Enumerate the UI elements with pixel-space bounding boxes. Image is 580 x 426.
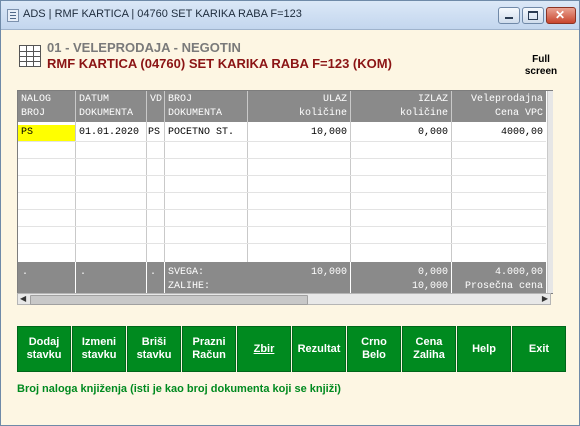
column-header[interactable]: BROJ DOKUMENTA — [165, 91, 247, 123]
zbir-button[interactable]: Zbir — [237, 326, 291, 372]
cena-zaliha-button[interactable]: Cena Zaliha — [402, 326, 456, 372]
scroll-right-icon[interactable]: ▶ — [542, 294, 548, 304]
column-vd: VD — [147, 91, 165, 278]
row-divider — [18, 209, 546, 210]
brisi-stavku-button[interactable]: Briši stavku — [127, 326, 181, 372]
footer-divider — [164, 262, 165, 293]
column-nalog: NALOG BROJ — [18, 91, 76, 278]
minimize-icon — [505, 17, 513, 19]
row-divider — [18, 175, 546, 176]
table-icon — [19, 45, 41, 67]
column-header[interactable]: DATUM DOKUMENTA — [76, 91, 146, 123]
title-bar[interactable]: ADS | RMF KARTICA | 04760 SET KARIKA RAB… — [1, 1, 579, 30]
ledger-table[interactable]: NALOG BROJ DATUM DOKUMENTA VD BROJ DOKUMENT… — [17, 90, 553, 294]
footer-divider — [75, 262, 76, 293]
footer-vd: . — [150, 267, 157, 278]
app-window: ADS | RMF KARTICA | 04760 SET KARIKA RAB… — [0, 0, 580, 426]
dodaj-stavku-button[interactable]: Dodaj stavku — [17, 326, 71, 372]
card-heading: RMF KARTICA (04760) SET KARIKA RABA F=12… — [47, 56, 392, 71]
svega-label: SVEGA: — [168, 267, 205, 278]
company-heading: 01 - VELEPRODAJA - NEGOTIN — [47, 40, 241, 55]
cell-cena[interactable]: 4000,00 — [452, 125, 546, 141]
rezultat-button[interactable]: Rezultat — [292, 326, 346, 372]
row-divider — [18, 158, 546, 159]
footer-divider — [146, 262, 147, 293]
zalihe-label: ZALIHE: — [168, 281, 211, 292]
column-header[interactable]: VD — [147, 91, 164, 123]
footer-datum: . — [80, 267, 87, 278]
cell-nalog[interactable]: PS — [18, 125, 75, 141]
column-datum: DATUM DOKUMENTA — [76, 91, 147, 278]
row-divider — [18, 243, 546, 244]
column-header[interactable]: IZLAZ količine — [351, 91, 451, 123]
close-icon: ✕ — [555, 8, 566, 22]
exit-button[interactable]: Exit — [512, 326, 566, 372]
prosecna-cena-label: Prosečna cena — [464, 281, 543, 292]
action-toolbar: Dodaj stavku Izmeni stavku Briši stavku … — [17, 326, 566, 372]
cell-ulaz[interactable]: 10,000 — [248, 125, 350, 141]
minimize-button[interactable] — [498, 7, 520, 24]
row-divider — [18, 226, 546, 227]
fullscreen-button[interactable]: Full screen — [521, 54, 561, 78]
cell-vd[interactable]: PS — [147, 125, 164, 141]
column-ulaz: ULAZ količine — [248, 91, 351, 278]
row-divider — [18, 141, 546, 142]
prazni-racun-button[interactable]: Prazni Račun — [182, 326, 236, 372]
footer-nalog: . — [22, 267, 29, 278]
column-header[interactable]: NALOG BROJ — [18, 91, 75, 123]
column-izlaz: IZLAZ količine — [351, 91, 452, 278]
column-cena: Veleprodajna Cena VPC — [452, 91, 546, 278]
izmeni-stavku-button[interactable]: Izmeni stavku — [72, 326, 126, 372]
zalihe-value: 10,000 — [411, 281, 448, 292]
cell-broj[interactable]: POCETNO ST. — [165, 125, 247, 141]
help-button[interactable]: Help — [457, 326, 511, 372]
maximize-button[interactable] — [522, 7, 544, 24]
window-title: ADS | RMF KARTICA | 04760 SET KARIKA RAB… — [23, 8, 302, 20]
scroll-thumb[interactable] — [30, 295, 308, 305]
cell-datum[interactable]: 01.01.2020 — [76, 125, 146, 141]
app-icon — [7, 9, 19, 22]
maximize-icon — [528, 11, 538, 20]
close-button[interactable]: ✕ — [546, 7, 576, 24]
izlaz-total: 0,000 — [417, 267, 448, 278]
cena-total: 4.000,00 — [494, 267, 543, 278]
column-broj-dokumenta: BROJ DOKUMENTA — [165, 91, 248, 278]
crno-belo-button[interactable]: Crno Belo — [347, 326, 401, 372]
horizontal-scrollbar[interactable]: ◀ ▶ — [17, 293, 551, 305]
ulaz-total: 10,000 — [310, 267, 347, 278]
row-divider — [18, 192, 546, 193]
cell-izlaz[interactable]: 0,000 — [351, 125, 451, 141]
vertical-scrollbar[interactable] — [547, 91, 553, 293]
status-hint: Broj naloga knjiženja (isti je kao broj … — [17, 383, 341, 395]
column-header[interactable]: ULAZ količine — [248, 91, 350, 123]
column-header[interactable]: Veleprodajna Cena VPC — [452, 91, 546, 123]
scroll-left-icon[interactable]: ◀ — [20, 294, 26, 304]
